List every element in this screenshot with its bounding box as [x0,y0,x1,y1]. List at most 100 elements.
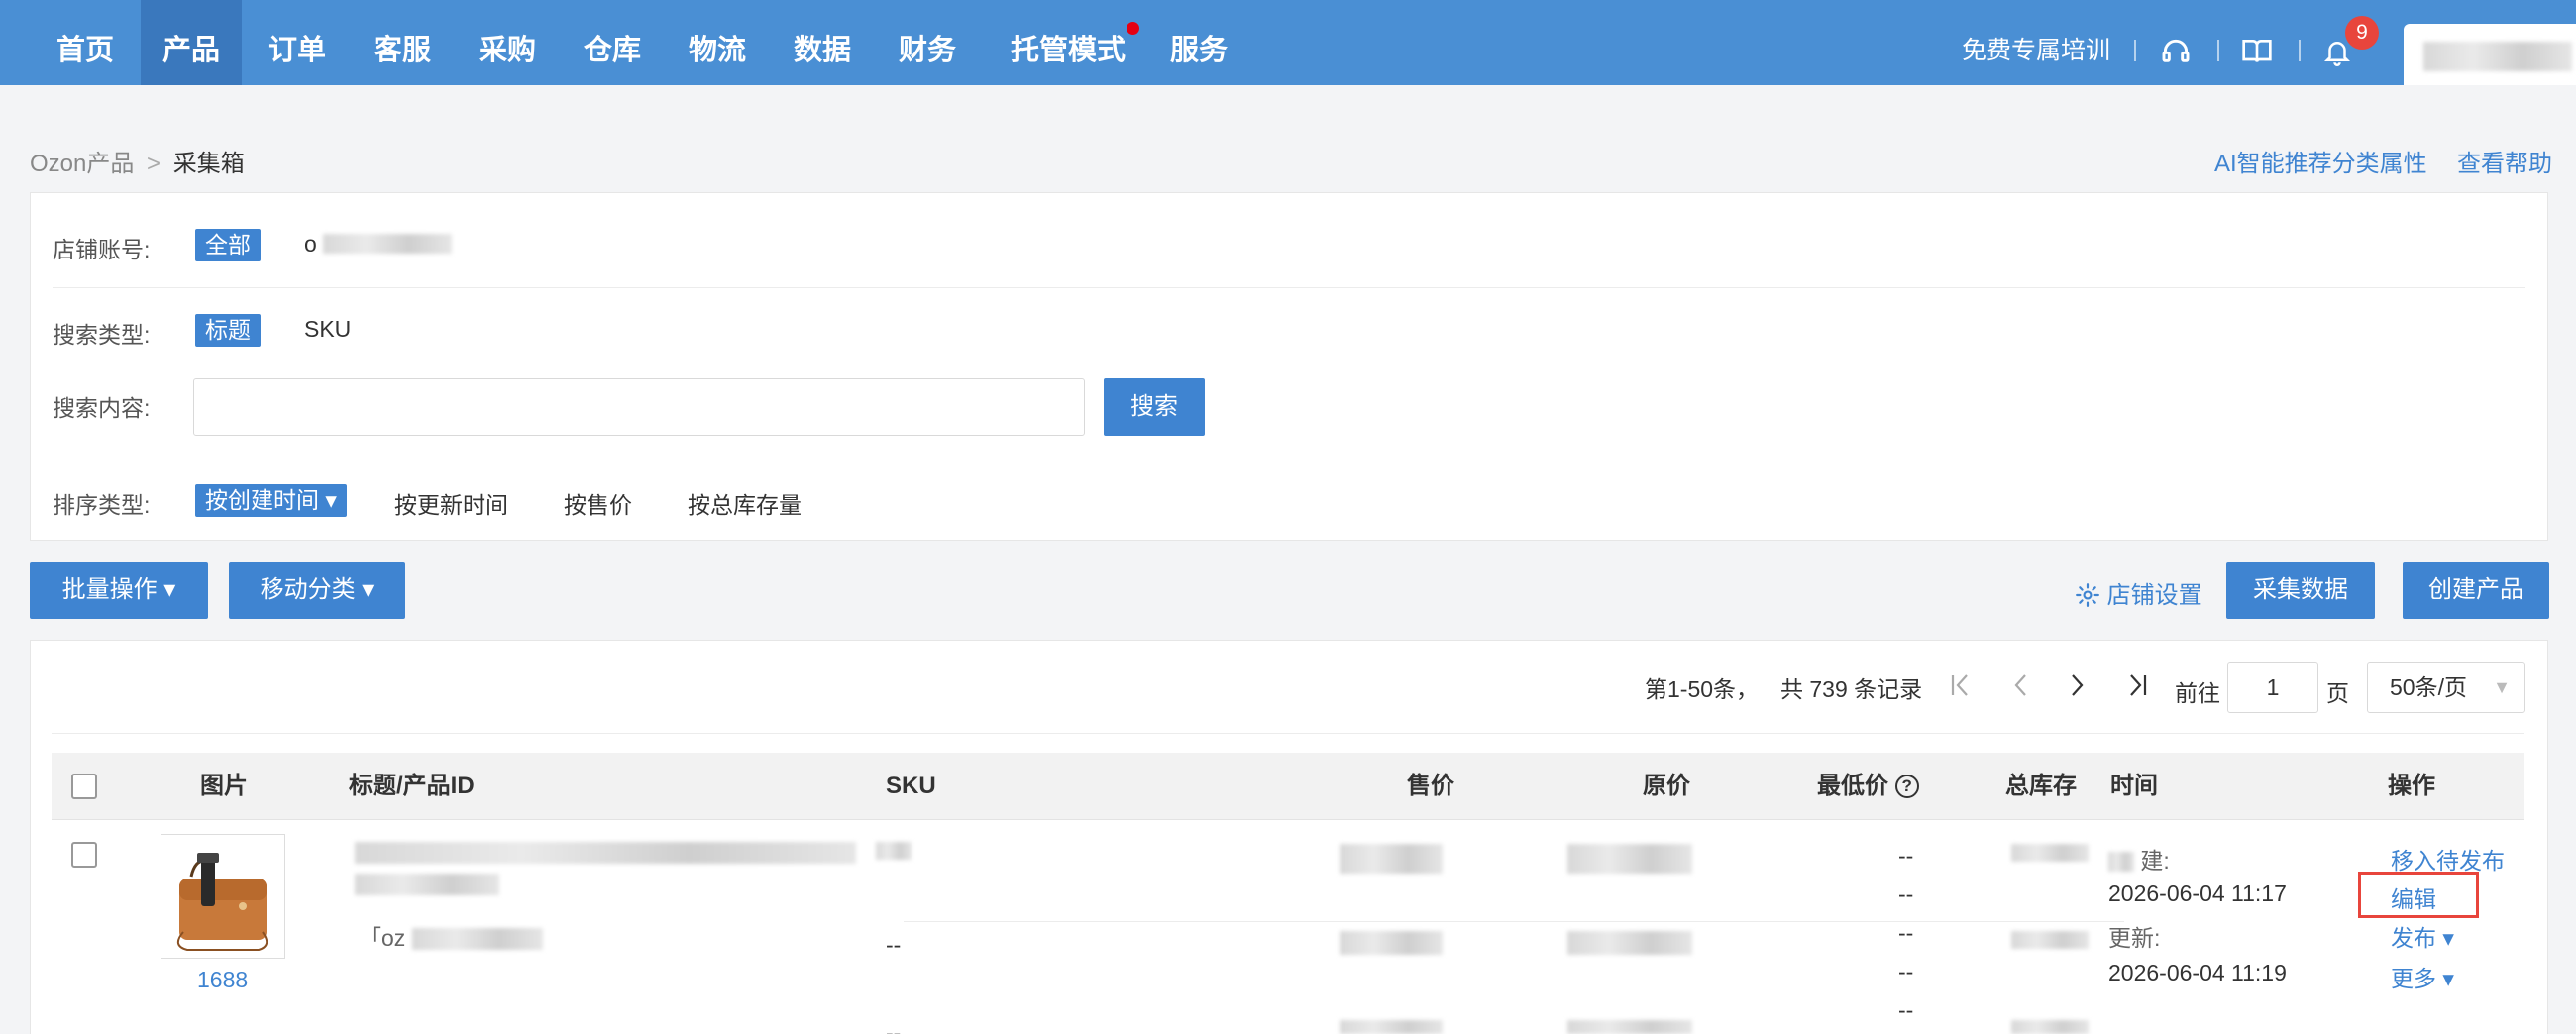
sort-by-price-option[interactable]: 按售价 [564,486,632,520]
nav-item-products[interactable]: 产品 [141,0,242,85]
breadcrumb-separator: > [147,151,161,177]
redacted-price [1340,844,1443,874]
nav-item-managed-mode[interactable]: 托管模式 [999,0,1139,85]
question-icon[interactable]: ? [1894,775,1919,798]
move-category-button[interactable]: 移动分类 ▾ [229,562,405,619]
table-header: 图片 标题/产品ID SKU 售价 原价 最低价 ? 总库存 时间 操作 [52,753,2524,820]
create-product-button[interactable]: 创建产品 [2403,562,2549,619]
breadcrumb: Ozon产品 > 采集箱 [30,144,245,178]
new-dot-indicator [1127,22,1139,35]
first-page-icon[interactable] [1950,672,1972,698]
nav-item-label: 托管模式 [1010,35,1126,66]
page-suffix: 页 [2326,680,2349,706]
shop-settings-label: 店铺设置 [2106,582,2202,609]
search-input[interactable] [193,378,1085,436]
sku-value: -- [886,1020,902,1034]
shop-settings-link[interactable]: 店铺设置 [2075,575,2202,610]
chevron-down-icon: ▼ [2493,677,2511,697]
collect-data-button[interactable]: 采集数据 [2226,562,2375,619]
column-header-title: 标题/产品ID [349,773,475,799]
divider [53,287,2525,288]
column-header-image: 图片 [200,773,248,799]
created-time: 2026-06-04 11:17 [2108,880,2287,906]
search-type-title-tag[interactable]: 标题 [195,314,261,347]
publish-dropdown[interactable]: 发布 ▾ [2391,919,2454,953]
free-training-link[interactable]: 免费专属培训 [1962,0,2110,85]
user-account-menu[interactable] [2404,24,2576,85]
select-all-checkbox[interactable] [71,774,97,799]
nav-item-services[interactable]: 服务 [1149,0,1248,85]
gear-icon [2076,583,2099,607]
top-nav-bar: 首页 产品 订单 客服 采购 仓库 物流 数据 财务 托管模式 服务 免费专属培… [0,0,2576,85]
product-id: 「oz [359,919,543,953]
help-link[interactable]: 查看帮助 [2457,144,2552,178]
batch-operations-button[interactable]: 批量操作 ▾ [30,562,208,619]
book-icon[interactable] [2241,38,2273,65]
ai-recommend-link[interactable]: AI智能推荐分类属性 [2214,144,2427,178]
move-to-pending-link[interactable]: 移入待发布 [2391,842,2505,876]
redacted-product-id [411,928,543,950]
shop-all-tag[interactable]: 全部 [195,229,261,261]
redacted-original-price [1567,1020,1692,1034]
product-thumbnail[interactable] [161,834,285,959]
sort-by-stock-option[interactable]: 按总库存量 [688,486,802,520]
more-dropdown[interactable]: 更多 ▾ [2391,960,2454,993]
redacted-price [1340,1020,1443,1034]
column-header-price: 售价 [1407,773,1454,799]
nav-item-finance[interactable]: 财务 [878,0,977,85]
sort-by-updated-option[interactable]: 按更新时间 [394,486,508,520]
filter-panel: 店铺账号: 全部 o 搜索类型: 标题 SKU 搜索内容: 搜索 排序类型: 按… [30,192,2548,541]
redacted-username [2423,42,2572,71]
edit-highlight-box [2358,872,2479,918]
lowest-price-value: -- [1898,843,1914,869]
breadcrumb-current: 采集箱 [172,151,245,177]
redacted-sku [876,842,912,860]
headset-icon[interactable] [2160,36,2192,67]
redacted-price [1340,931,1443,955]
page-size-value: 50条/页 [2390,674,2467,700]
page-size-select[interactable]: 50条/页 ▼ [2367,662,2525,713]
redacted-product-title-line2 [355,874,499,895]
nav-item-purchasing[interactable]: 采购 [458,0,557,85]
redacted-stock [2011,931,2089,949]
sort-type-label: 排序类型: [53,492,151,518]
redacted-stock [2011,844,2089,862]
updated-time: 2026-06-04 11:19 [2108,960,2287,985]
created-label: 建: [2108,842,2170,876]
column-header-operations: 操作 [2388,773,2435,799]
product-bag-image [176,853,268,951]
column-header-time: 时间 [2110,773,2158,799]
prev-page-icon[interactable] [2011,672,2029,698]
nav-item-orders[interactable]: 订单 [248,0,347,85]
redacted-original-price [1567,844,1692,874]
nav-divider [2299,40,2301,61]
shop-account-prefix: o [304,231,317,257]
column-header-lowest-price: 最低价 ? [1817,753,1919,820]
column-header-sku: SKU [886,773,936,799]
nav-item-home[interactable]: 首页 [36,0,135,85]
nav-item-data[interactable]: 数据 [773,0,872,85]
page-number-input[interactable]: 1 [2227,662,2318,713]
column-header-stock: 总库存 [2005,773,2077,799]
search-button[interactable]: 搜索 [1104,378,1205,436]
nav-item-customer-service[interactable]: 客服 [353,0,452,85]
row-divider [904,921,2124,922]
last-page-icon[interactable] [2126,672,2148,698]
next-page-icon[interactable] [2069,672,2087,698]
row-checkbox[interactable] [71,842,97,868]
nav-item-logistics[interactable]: 物流 [668,0,767,85]
pagination-range: 第1-50条， [1645,676,1760,702]
lowest-price-value: -- [1898,959,1914,984]
search-type-sku-option[interactable]: SKU [304,316,351,343]
redacted-account [323,234,453,254]
redacted-created-label [2108,852,2134,872]
redacted-stock [2011,1020,2089,1034]
divider [52,733,2524,734]
lowest-price-value: -- [1898,881,1914,907]
sort-by-created-tag[interactable]: 按创建时间 ▾ [195,484,347,517]
shop-account-option[interactable]: o [304,231,453,258]
product-source-link[interactable]: 1688 [197,967,248,993]
lowest-price-value: -- [1898,920,1914,946]
breadcrumb-parent[interactable]: Ozon产品 [30,151,134,177]
nav-item-warehouse[interactable]: 仓库 [563,0,662,85]
